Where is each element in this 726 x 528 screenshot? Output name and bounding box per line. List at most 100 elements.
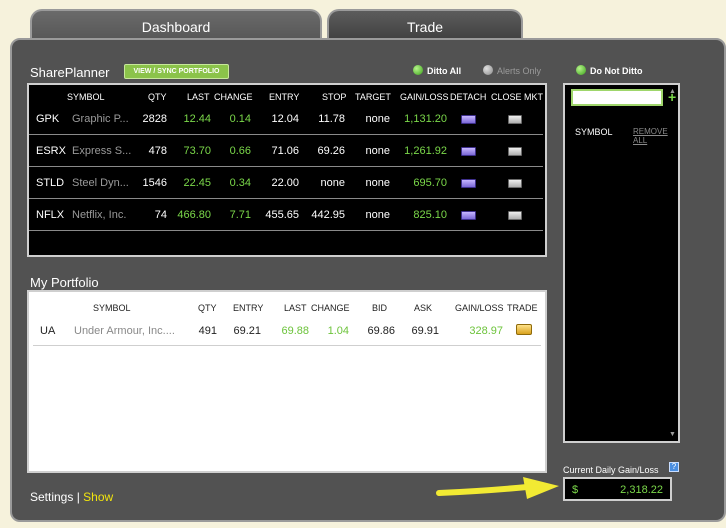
sync-portfolio-button[interactable]: VIEW / SYNC PORTFOLIO — [124, 64, 229, 79]
close-position-icon[interactable] — [508, 179, 522, 188]
gain-loss-cell: 1,131.20 — [404, 113, 447, 125]
col-ask: ASK — [414, 303, 433, 313]
gain-loss-cell: 695.70 — [413, 177, 447, 189]
symbol-cell: STLD — [36, 177, 65, 189]
settings-toggle: Settings | Show — [30, 490, 113, 504]
entry-cell: 22.00 — [271, 177, 299, 189]
col-change: CHANGE — [214, 92, 253, 102]
ditto-symbol-input[interactable] — [571, 89, 663, 106]
table-row[interactable]: NFLX Netflix, Inc. 74 466.80 7.71 455.65… — [29, 199, 543, 231]
settings-label: Settings — [30, 490, 74, 504]
symbol-cell: ESRX — [36, 145, 66, 157]
ditto-all-label[interactable]: Ditto All — [427, 66, 461, 76]
company-name-cell: Under Armour, Inc.... — [74, 325, 175, 337]
shareplanner-title: SharePlanner — [30, 65, 110, 80]
trade-icon[interactable] — [516, 324, 532, 335]
daily-gain-label: Current Daily Gain/Loss — [563, 465, 659, 475]
last-cell: 22.45 — [183, 177, 211, 189]
portfolio-table: SYMBOL QTY ENTRY LAST CHANGE BID ASK GAI… — [27, 290, 547, 473]
company-name-cell: Steel Dyn... — [72, 177, 129, 189]
col-change: CHANGE — [311, 303, 350, 313]
change-cell: 7.71 — [229, 209, 251, 221]
company-name-cell: Graphic P... — [72, 113, 129, 125]
qty-cell: 74 — [154, 209, 167, 221]
currency-symbol: $ — [572, 484, 579, 496]
last-cell: 466.80 — [177, 209, 211, 221]
detach-icon[interactable] — [461, 115, 476, 124]
scroll-down-icon[interactable]: ▼ — [669, 431, 676, 438]
col-bid: BID — [372, 303, 388, 313]
change-cell: 1.04 — [327, 325, 349, 337]
table-row[interactable]: STLD Steel Dyn... 1546 22.45 0.34 22.00 … — [29, 167, 543, 199]
qty-cell: 491 — [198, 325, 217, 337]
col-entry: ENTRY — [269, 92, 300, 102]
stop-cell: 11.78 — [318, 113, 345, 125]
gain-loss-cell: 1,261.92 — [404, 145, 447, 157]
last-cell: 73.70 — [183, 145, 211, 157]
entry-cell: 455.65 — [265, 209, 299, 221]
ask-cell: 69.91 — [411, 325, 439, 337]
detach-icon[interactable] — [461, 211, 476, 220]
change-cell: 0.34 — [229, 177, 251, 189]
last-cell: 69.88 — [281, 325, 309, 337]
table-row[interactable]: GPK Graphic P... 2828 12.44 0.14 12.04 1… — [29, 103, 543, 135]
annotation-arrow-icon — [436, 477, 559, 499]
col-symbol: SYMBOL — [93, 303, 131, 313]
portfolio-title: My Portfolio — [30, 275, 99, 290]
stop-cell: none — [320, 177, 345, 189]
stop-cell: 69.26 — [317, 145, 345, 157]
daily-gain-value: 2,318.22 — [620, 484, 663, 496]
symbol-cell: GPK — [36, 113, 60, 125]
qty-cell: 478 — [148, 145, 167, 157]
col-entry: ENTRY — [233, 303, 264, 313]
ditto-all-radio[interactable] — [413, 65, 423, 75]
change-cell: 0.66 — [229, 145, 251, 157]
ditto-symbol-header: SYMBOL — [575, 127, 613, 137]
table-row[interactable]: ESRX Express S... 478 73.70 0.66 71.06 6… — [29, 135, 543, 167]
col-gain-loss: GAIN/LOSS — [455, 303, 504, 313]
col-close-mkt: CLOSE MKT — [491, 92, 544, 102]
close-position-icon[interactable] — [508, 147, 522, 156]
shareplanner-table: SYMBOL QTY LAST CHANGE ENTRY STOP TARGET… — [27, 83, 547, 257]
remove-all-link[interactable]: REMOVE ALL — [633, 127, 678, 145]
daily-gain-display: $ 2,318.22 — [563, 477, 672, 501]
change-cell: 0.14 — [229, 113, 251, 125]
table-row[interactable]: UA Under Armour, Inc.... 491 69.21 69.88… — [33, 316, 541, 346]
entry-cell: 71.06 — [271, 145, 299, 157]
col-symbol: SYMBOL — [67, 92, 105, 102]
close-position-icon[interactable] — [508, 211, 522, 220]
scroll-up-icon[interactable]: ▲ — [669, 88, 676, 95]
detach-icon[interactable] — [461, 147, 476, 156]
company-name-cell: Express S... — [72, 145, 132, 157]
stop-cell: 442.95 — [311, 209, 345, 221]
do-not-ditto-panel: + SYMBOL REMOVE ALL ▲ ▼ — [563, 83, 680, 443]
symbol-cell: UA — [40, 325, 56, 337]
col-last: LAST — [284, 303, 307, 313]
col-qty: QTY — [198, 303, 217, 313]
do-not-ditto-indicator — [576, 65, 586, 75]
col-trade: TRADE — [507, 303, 538, 313]
col-gain-loss: GAIN/LOSS — [400, 92, 449, 102]
col-target: TARGET — [355, 92, 391, 102]
gain-loss-cell: 328.97 — [469, 325, 503, 337]
target-cell: none — [365, 145, 390, 157]
do-not-ditto-label: Do Not Ditto — [590, 66, 643, 76]
gain-loss-cell: 825.10 — [413, 209, 447, 221]
detach-icon[interactable] — [461, 179, 476, 188]
symbol-cell: NFLX — [36, 209, 65, 221]
last-cell: 12.44 — [183, 113, 211, 125]
help-icon[interactable]: ? — [669, 462, 679, 472]
entry-cell: 12.04 — [271, 113, 299, 125]
close-position-icon[interactable] — [508, 115, 522, 124]
entry-cell: 69.21 — [233, 325, 261, 337]
target-cell: none — [365, 113, 390, 125]
col-qty: QTY — [148, 92, 167, 102]
col-last: LAST — [187, 92, 210, 102]
target-cell: none — [365, 177, 390, 189]
alerts-only-radio[interactable] — [483, 65, 493, 75]
alerts-only-label[interactable]: Alerts Only — [497, 66, 541, 76]
qty-cell: 1546 — [142, 177, 167, 189]
col-detach: DETACH — [450, 92, 487, 102]
settings-show-link[interactable]: Show — [83, 490, 113, 504]
target-cell: none — [365, 209, 390, 221]
